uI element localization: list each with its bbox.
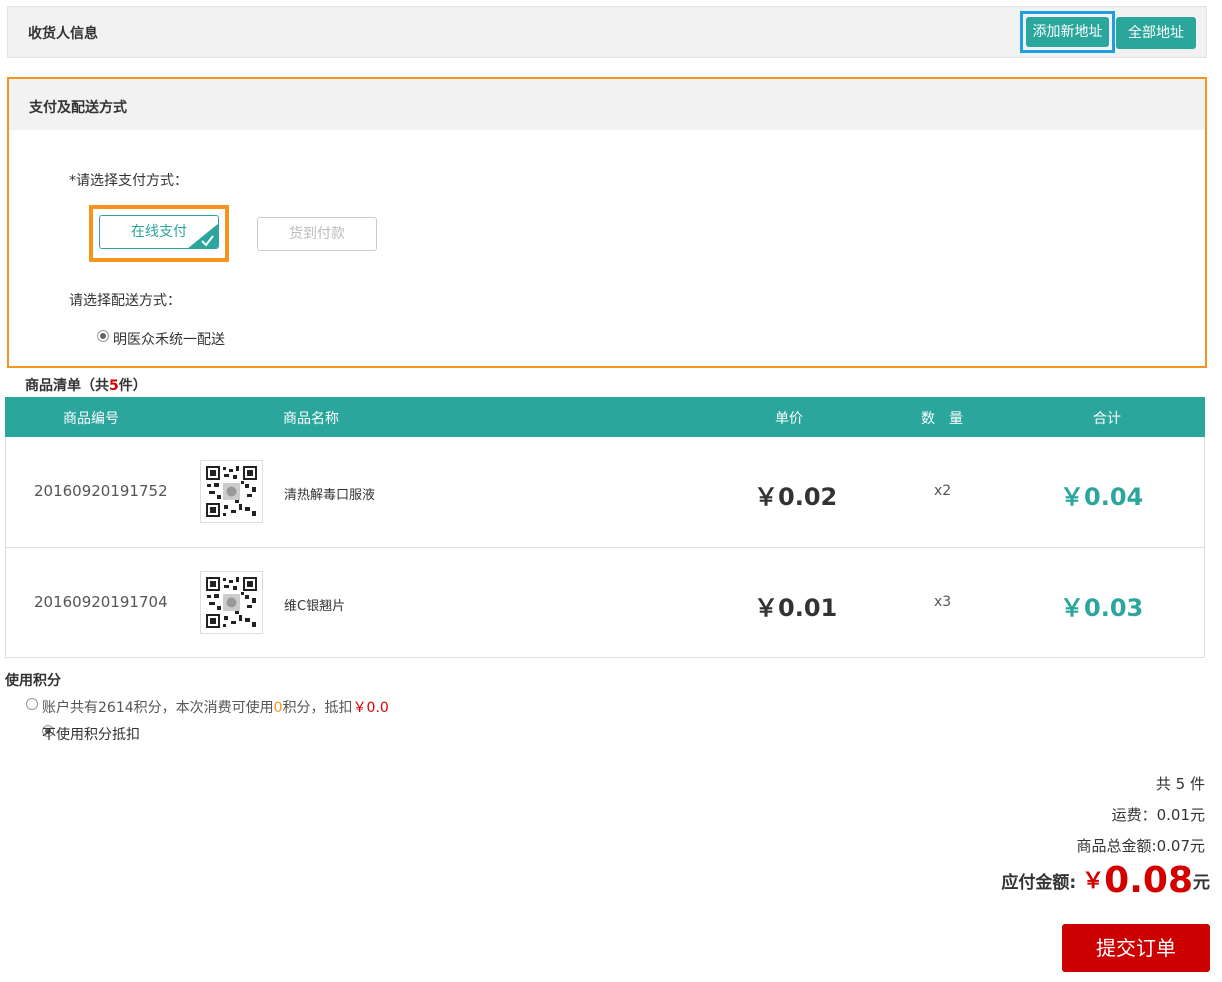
receiver-section: 收货人信息 添加新地址 全部地址 <box>7 6 1207 58</box>
goods-total: 商品总金额:0.07元 <box>1076 837 1205 855</box>
payable-value: 0.08 <box>1104 860 1193 901</box>
item-count: 共 5 件 <box>1155 775 1205 793</box>
online-pay-highlight: 在线支付 <box>89 205 229 262</box>
delivery-method-label: 请选择配送方式： <box>69 293 181 309</box>
payment-title: 支付及配送方式 <box>29 100 127 116</box>
payable-currency: ￥ <box>1082 869 1105 894</box>
usable-points: 0 <box>273 700 283 716</box>
quantity: x2 <box>934 483 952 499</box>
payable-label: 应付金额: <box>1001 873 1077 893</box>
add-address-highlight: 添加新地址 <box>1020 11 1115 53</box>
product-code: 20160920191704 <box>34 593 168 611</box>
header-total: 合计 <box>1093 411 1121 427</box>
table-row: 20160920191752 清热解毒口服液 ￥0.02 x2 ￥0.04 <box>5 437 1205 548</box>
use-points-radio[interactable] <box>26 698 38 710</box>
qr-code-icon <box>205 465 258 518</box>
header-name: 商品名称 <box>283 411 339 427</box>
payment-header: 支付及配送方式 <box>9 79 1205 130</box>
no-points-label: 不使用积分抵扣 <box>42 727 140 743</box>
unit-price: ￥0.01 <box>754 594 838 622</box>
header-quantity: 数 量 <box>921 411 963 427</box>
payable-amount: 应付金额: ￥0.08元 <box>1001 860 1210 901</box>
product-qr-image[interactable] <box>200 571 263 634</box>
table-row: 20160920191704 维C银翘片 ￥0.01 x3 ￥0.03 <box>5 547 1205 658</box>
product-list-title: 商品清单（共5件） <box>25 378 147 394</box>
product-name[interactable]: 清热解毒口服液 <box>284 484 375 503</box>
header-unit-price: 单价 <box>775 411 803 427</box>
row-total: ￥0.04 <box>1060 483 1144 511</box>
product-table-header: 商品编号 商品名称 单价 数 量 合计 <box>5 397 1205 437</box>
payment-method-label: *请选择支付方式： <box>69 173 188 189</box>
qr-code-icon <box>205 576 258 629</box>
product-qr-image[interactable] <box>200 460 263 523</box>
receiver-title: 收货人信息 <box>28 26 98 42</box>
payment-delivery-section: 支付及配送方式 *请选择支付方式： 在线支付 货到付款 请选择配送方式： 明医众… <box>7 77 1207 368</box>
online-pay-label: 在线支付 <box>131 224 187 240</box>
product-code: 20160920191752 <box>34 482 168 500</box>
header-code: 商品编号 <box>63 411 119 427</box>
add-address-button[interactable]: 添加新地址 <box>1026 17 1109 47</box>
checkmark-icon <box>188 223 218 248</box>
payable-unit: 元 <box>1193 873 1210 893</box>
product-count: 5 <box>109 378 119 394</box>
delivery-option-label: 明医众禾统一配送 <box>113 332 225 348</box>
use-points-label: 账户共有2614积分，本次消费可使用0积分，抵扣￥0.0 <box>42 700 389 716</box>
shipping-fee: 运费：0.01元 <box>1111 806 1205 824</box>
cash-on-delivery-option[interactable]: 货到付款 <box>257 217 377 251</box>
points-deduction: ￥0.0 <box>352 700 389 716</box>
submit-order-button[interactable]: 提交订单 <box>1062 924 1210 972</box>
delivery-radio[interactable] <box>97 330 109 342</box>
row-total: ￥0.03 <box>1060 594 1144 622</box>
unit-price: ￥0.02 <box>754 483 838 511</box>
online-pay-option[interactable]: 在线支付 <box>99 215 219 249</box>
points-title: 使用积分 <box>5 673 61 689</box>
product-name[interactable]: 维C银翘片 <box>284 595 345 614</box>
quantity: x3 <box>934 594 952 610</box>
all-addresses-button[interactable]: 全部地址 <box>1116 17 1196 49</box>
